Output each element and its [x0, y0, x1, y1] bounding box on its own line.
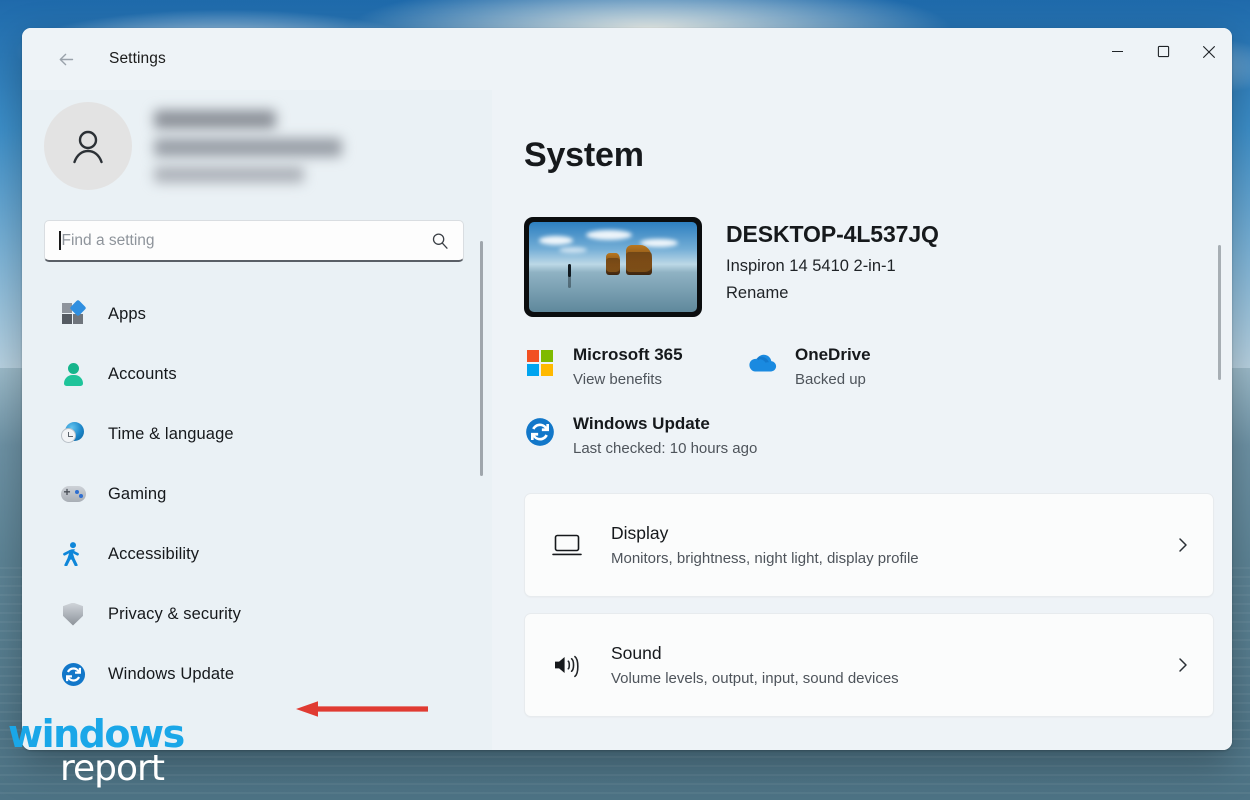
page-title: System: [524, 136, 644, 174]
sidebar-item-label: Apps: [108, 304, 147, 323]
card-subtitle: Monitors, brightness, night light, displ…: [611, 550, 919, 567]
sidebar-item-label: Accounts: [108, 364, 177, 383]
time-language-globe-icon: [60, 421, 86, 447]
sidebar-item-label: Gaming: [108, 484, 167, 503]
onedrive-cloud-icon: [746, 347, 778, 379]
display-monitor-icon: [549, 527, 585, 563]
desktop-wallpaper-thumbnail: [524, 217, 702, 317]
status-subtitle: View benefits: [573, 371, 662, 388]
search-input[interactable]: [61, 231, 431, 250]
app-title: Settings: [109, 50, 166, 67]
back-arrow-icon[interactable]: [49, 42, 83, 76]
sidebar-item-label: Privacy & security: [108, 604, 241, 623]
microsoft-365-icon: [524, 347, 556, 379]
card-title: Display: [611, 523, 669, 543]
sidebar-item-privacy-security[interactable]: Privacy & security: [44, 584, 472, 644]
account-block[interactable]: [22, 90, 492, 190]
device-info: DESKTOP-4L537JQ Inspiron 14 5410 2-in-1 …: [726, 217, 939, 303]
sound-speaker-icon: [549, 647, 585, 683]
status-title: Microsoft 365: [573, 345, 683, 364]
gaming-controller-icon: [60, 481, 86, 507]
setting-card-display[interactable]: Display Monitors, brightness, night ligh…: [524, 493, 1214, 597]
sidebar-nav-list: Apps Accounts Time & language + Gaming A…: [22, 284, 492, 704]
device-summary: DESKTOP-4L537JQ Inspiron 14 5410 2-in-1 …: [524, 217, 1232, 317]
shield-icon: [60, 601, 86, 627]
watermark: windows report: [8, 712, 223, 789]
device-name: DESKTOP-4L537JQ: [726, 221, 939, 247]
sidebar: Apps Accounts Time & language: [22, 90, 492, 750]
accessibility-person-icon: [60, 541, 86, 567]
watermark-line-1: windows: [8, 712, 185, 756]
redacted-line: [154, 137, 342, 157]
search-icon[interactable]: [431, 232, 449, 250]
apps-icon: [60, 299, 87, 327]
sidebar-item-accounts[interactable]: Accounts: [44, 344, 472, 404]
sidebar-item-apps[interactable]: Apps: [44, 284, 472, 344]
search-box[interactable]: [44, 220, 464, 262]
accounts-person-icon: [60, 361, 86, 387]
close-icon[interactable]: [1186, 28, 1232, 75]
sidebar-item-label: Time & language: [108, 424, 234, 443]
sidebar-item-label: Windows Update: [108, 664, 235, 683]
card-title: Sound: [611, 643, 662, 663]
content-scrollbar[interactable]: [1217, 245, 1221, 380]
status-title: OneDrive: [795, 345, 871, 364]
sidebar-item-windows-update[interactable]: Windows Update: [44, 644, 472, 704]
chevron-right-icon[interactable]: [1175, 656, 1191, 674]
status-title: Windows Update: [573, 414, 710, 433]
redacted-line: [154, 109, 276, 129]
windows-update-refresh-icon: [60, 661, 86, 687]
rename-button[interactable]: Rename: [726, 284, 788, 303]
account-name-redacted: [154, 109, 359, 183]
sidebar-item-gaming[interactable]: Gaming: [44, 464, 472, 524]
status-row: Microsoft 365 View benefits OneDrive Bac…: [524, 345, 1232, 388]
status-windows-update[interactable]: Windows Update Last checked: 10 hours ag…: [524, 414, 1232, 457]
window-controls: [1094, 28, 1232, 90]
status-subtitle: Last checked: 10 hours ago: [573, 440, 758, 457]
sidebar-item-time-language[interactable]: Time & language: [44, 404, 472, 464]
search-wrapper: [22, 190, 492, 262]
windows-update-refresh-icon: [524, 416, 556, 448]
title-bar: Settings: [22, 28, 1232, 90]
status-onedrive[interactable]: OneDrive Backed up: [746, 345, 871, 388]
main-content: System DESKTOP-4L537JQ Inspiron 14 5410 …: [492, 90, 1232, 750]
redacted-line: [154, 165, 304, 183]
status-subtitle: Backed up: [795, 371, 866, 388]
settings-window: Settings Find a setting Apps Accounts Ti…: [22, 28, 1232, 750]
device-model: Inspiron 14 5410 2-in-1: [726, 257, 896, 275]
minimize-icon[interactable]: [1094, 28, 1140, 75]
sidebar-item-label: Accessibility: [108, 544, 200, 563]
watermark-line-2: report: [60, 747, 165, 789]
card-subtitle: Volume levels, output, input, sound devi…: [611, 670, 899, 687]
setting-card-sound[interactable]: Sound Volume levels, output, input, soun…: [524, 613, 1214, 717]
text-caret: [59, 231, 61, 250]
chevron-right-icon[interactable]: [1175, 536, 1191, 554]
maximize-icon[interactable]: [1140, 28, 1186, 75]
sidebar-item-accessibility[interactable]: Accessibility: [44, 524, 472, 584]
sidebar-scrollbar[interactable]: [480, 241, 483, 476]
settings-card-list: Display Monitors, brightness, night ligh…: [524, 493, 1214, 717]
status-microsoft-365[interactable]: Microsoft 365 View benefits: [524, 345, 746, 388]
person-avatar-icon: [44, 102, 132, 190]
window-body: Apps Accounts Time & language: [22, 90, 1232, 750]
